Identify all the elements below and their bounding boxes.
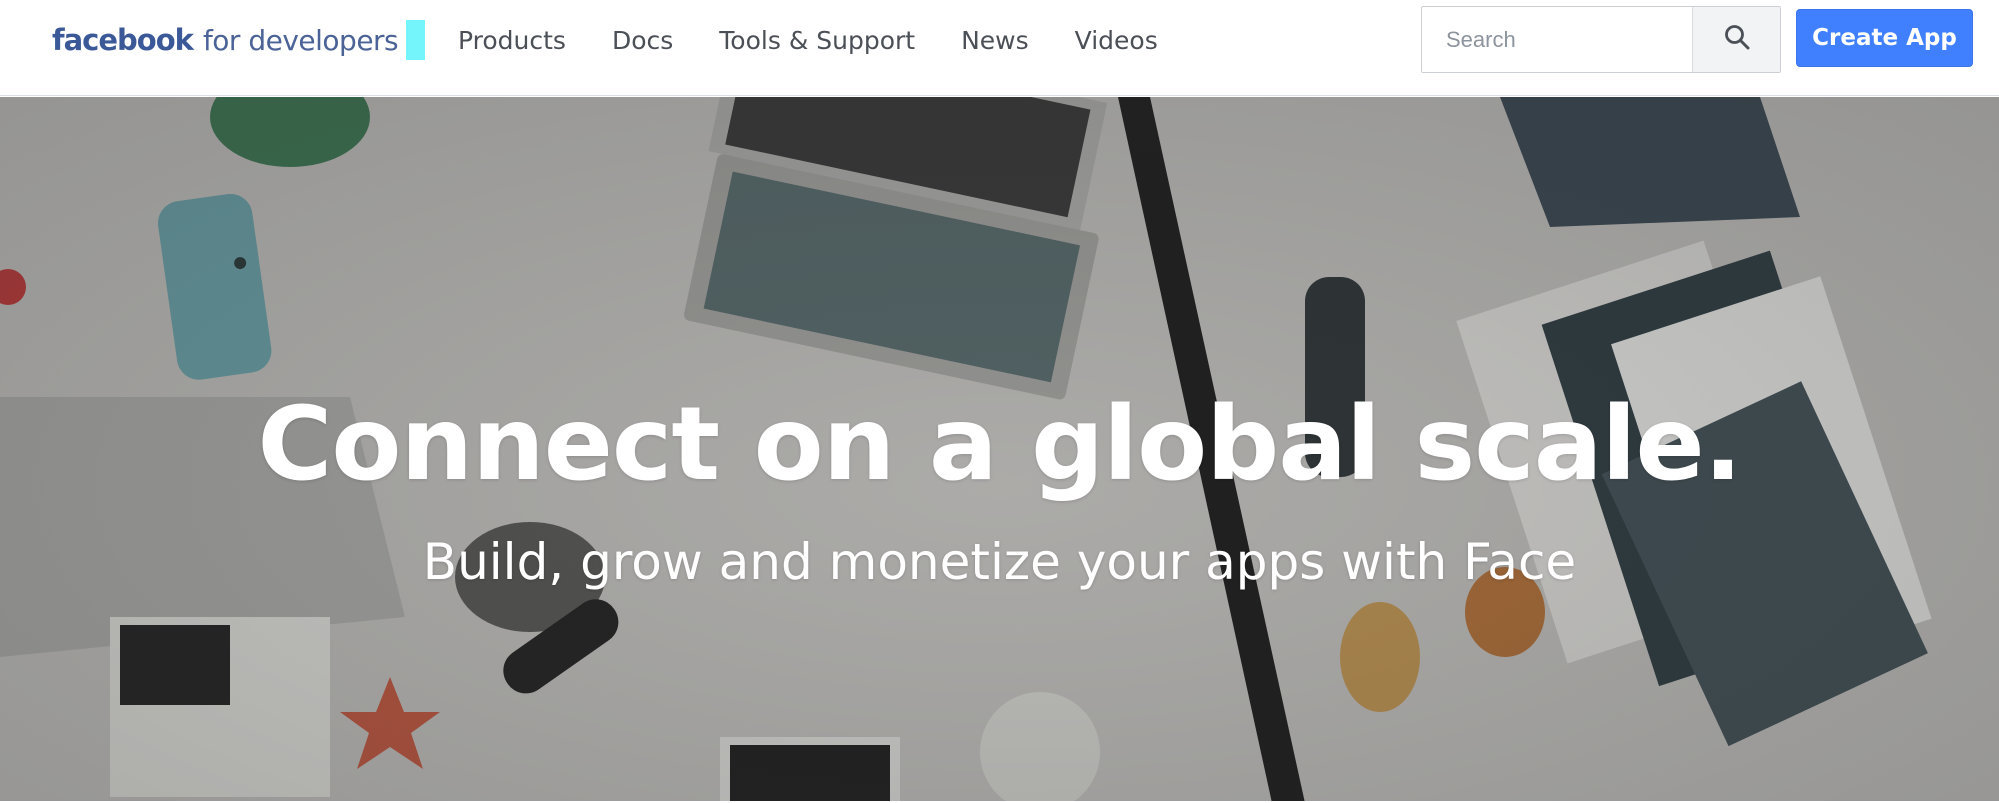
logo-suffix-text: for developers [202,23,399,57]
search-input[interactable] [1422,7,1692,72]
nav-item-tools-support[interactable]: Tools & Support [719,26,915,55]
nav-item-news[interactable]: News [961,26,1029,55]
search-button[interactable] [1692,7,1780,72]
nav-item-products[interactable]: Products [458,26,566,55]
logo-cursor-block [406,20,426,60]
logo-brand-text: facebook [52,23,194,57]
nav-item-videos[interactable]: Videos [1075,26,1158,55]
top-navigation-bar: facebook for developers Products Docs To… [0,0,1999,96]
create-app-button[interactable]: Create App [1796,9,1973,67]
search-box [1421,6,1781,73]
hero-banner: Connect on a global scale. Build, grow a… [0,97,1999,803]
nav-item-docs[interactable]: Docs [612,26,673,55]
main-navigation: Products Docs Tools & Support News Video… [435,0,1181,80]
search-icon [1724,24,1750,55]
hero-title: Connect on a global scale. [257,385,1743,504]
hero-subtitle: Build, grow and monetize your apps with … [422,533,1577,591]
facebook-for-developers-logo[interactable]: facebook for developers [52,18,426,62]
